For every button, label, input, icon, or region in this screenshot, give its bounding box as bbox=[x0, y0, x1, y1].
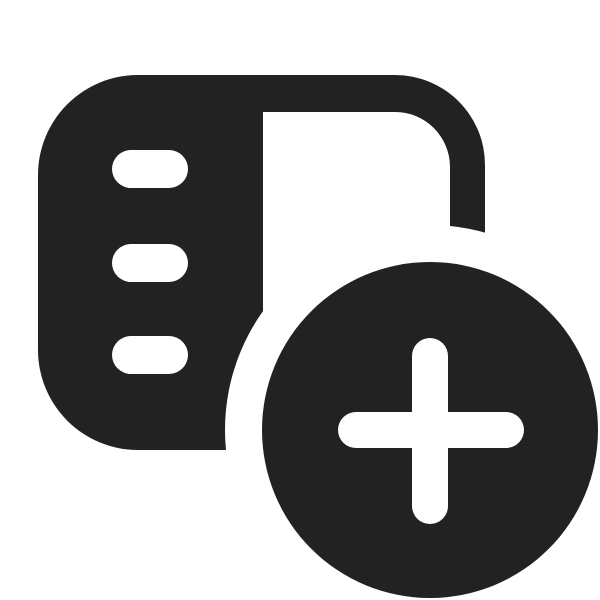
app-icon-container bbox=[0, 0, 600, 600]
list-line-1 bbox=[112, 150, 188, 188]
add-circle-icon bbox=[262, 262, 598, 598]
list-line-3 bbox=[112, 336, 188, 374]
document-list-add-icon bbox=[38, 75, 598, 598]
list-line-2 bbox=[112, 244, 188, 282]
list-lines bbox=[112, 150, 188, 374]
plus-horizontal bbox=[338, 412, 524, 448]
